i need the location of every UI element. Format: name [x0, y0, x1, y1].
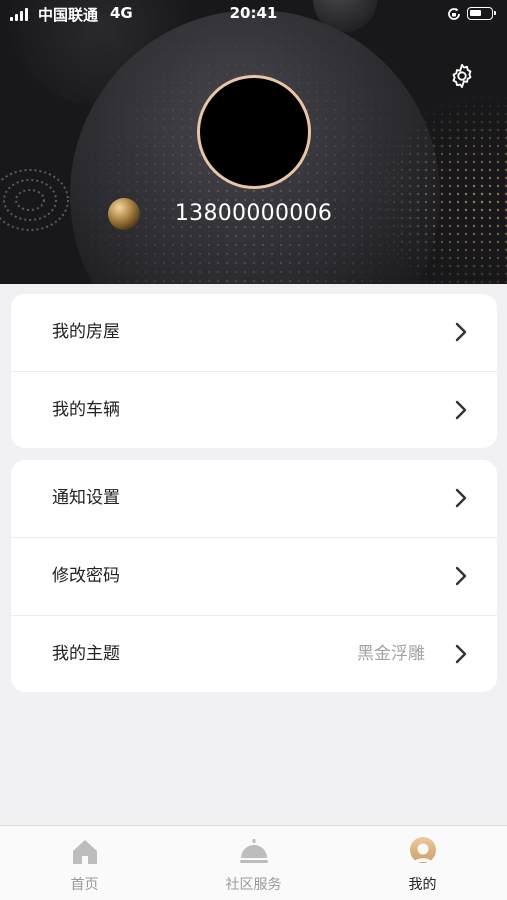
menu-item-label: 修改密码 — [52, 566, 120, 586]
menu-item-label: 我的车辆 — [52, 400, 120, 420]
chevron-right-icon — [455, 488, 467, 508]
chevron-right-icon — [455, 644, 467, 664]
menu-item-notification-settings[interactable]: 通知设置 — [11, 460, 497, 537]
clock: 20:41 — [229, 4, 278, 22]
menu-item-label: 我的主题 — [52, 644, 120, 664]
menu-item-label: 我的房屋 — [52, 322, 120, 342]
settings-button[interactable] — [448, 62, 476, 90]
tab-community-service[interactable]: 社区服务 — [169, 826, 338, 900]
user-phone-number: 13800000006 — [174, 201, 333, 226]
chevron-right-icon — [455, 566, 467, 586]
profile-icon — [410, 837, 436, 863]
tab-label: 社区服务 — [225, 877, 282, 893]
menu-item-my-house[interactable]: 我的房屋 — [11, 294, 497, 371]
menu-item-label: 通知设置 — [52, 488, 120, 508]
menu-card-settings: 通知设置 修改密码 我的主题 黑金浮雕 — [11, 460, 497, 692]
theme-value: 黑金浮雕 — [357, 644, 425, 664]
avatar[interactable] — [197, 75, 311, 189]
profile-header: 中国联通 4G 20:41 13800000006 — [0, 0, 507, 284]
menu-item-change-password[interactable]: 修改密码 — [11, 537, 497, 615]
tab-label: 我的 — [408, 877, 437, 893]
menu-card-property: 我的房屋 我的车辆 — [11, 294, 497, 448]
menu-item-my-theme[interactable]: 我的主题 黑金浮雕 — [11, 615, 497, 692]
status-bar: 中国联通 4G 20:41 — [0, 0, 507, 28]
menu-item-my-vehicle[interactable]: 我的车辆 — [11, 371, 497, 448]
home-icon — [73, 840, 97, 864]
tab-mine[interactable]: 我的 — [338, 826, 507, 900]
chevron-right-icon — [455, 400, 467, 420]
battery-icon — [467, 7, 496, 20]
chevron-right-icon — [455, 322, 467, 342]
tab-label: 首页 — [70, 877, 99, 893]
orientation-lock-icon — [448, 8, 460, 20]
profile-screen: 中国联通 4G 20:41 13800000006 我的房屋 我的车辆 通知设置… — [0, 0, 507, 900]
service-bell-icon — [240, 839, 268, 863]
tab-home[interactable]: 首页 — [0, 826, 169, 900]
bottom-tab-bar: 首页 社区服务 我的 — [0, 825, 507, 900]
gear-icon — [452, 63, 472, 89]
